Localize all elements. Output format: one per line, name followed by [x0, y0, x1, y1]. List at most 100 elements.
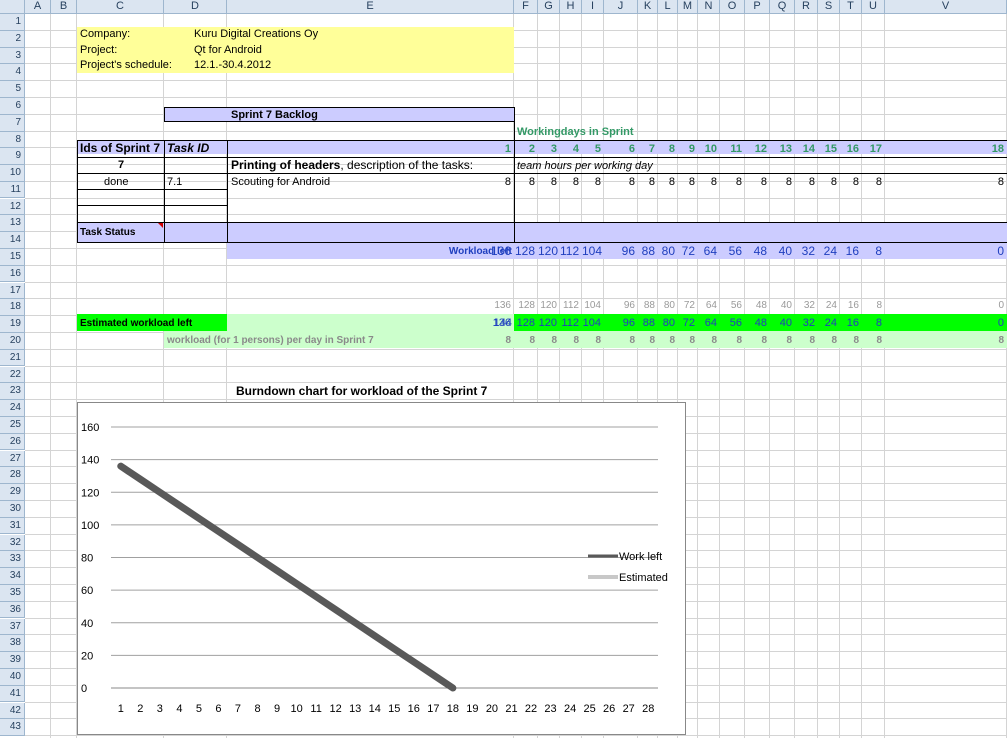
- column-header-q[interactable]: Q: [770, 0, 795, 14]
- estimated-value-cell: 104: [582, 317, 601, 329]
- comment-indicator-icon[interactable]: [158, 223, 163, 228]
- row-header-13[interactable]: 13: [0, 215, 25, 233]
- row-header-32[interactable]: 32: [0, 534, 25, 552]
- column-header-e[interactable]: E: [227, 0, 514, 14]
- row-header-10[interactable]: 10: [0, 164, 25, 182]
- select-all-corner[interactable]: [0, 0, 25, 14]
- row-header-23[interactable]: 23: [0, 383, 25, 401]
- column-header-v[interactable]: V: [885, 0, 1007, 14]
- row-header-5[interactable]: 5: [0, 81, 25, 98]
- column-header-j[interactable]: J: [604, 0, 638, 14]
- column-header-k[interactable]: K: [638, 0, 658, 14]
- column-header-m[interactable]: M: [678, 0, 698, 14]
- day-number: 8: [668, 143, 675, 155]
- spreadsheet[interactable]: ABCDEFGHIJKLMNOPQRSTUV 1 2 3 4 5 6 7 8 9 10 11 12 13…: [0, 0, 1007, 738]
- column-header-t[interactable]: T: [840, 0, 862, 14]
- task-id: 7.1: [167, 176, 183, 188]
- row-header-8[interactable]: 8: [0, 131, 25, 149]
- row-header-25[interactable]: 25: [0, 416, 25, 434]
- row17-cell: 32: [803, 300, 815, 311]
- column-header-h[interactable]: H: [560, 0, 582, 14]
- row-header-20[interactable]: 20: [0, 332, 25, 350]
- row-header-12[interactable]: 12: [0, 198, 25, 216]
- y-tick-label: 80: [81, 553, 93, 565]
- row-header-2[interactable]: 2: [0, 30, 25, 48]
- column-header-c[interactable]: C: [77, 0, 164, 14]
- row17-cell: 96: [623, 300, 635, 311]
- row-header-42[interactable]: 42: [0, 702, 25, 720]
- row-header-30[interactable]: 30: [0, 500, 25, 518]
- row-header-18[interactable]: 18: [0, 299, 25, 317]
- chart-plot: 0204060801001201401601 2 3 4 5 6 7 8 9 10 11 12 13 14…: [81, 422, 668, 715]
- row-header-1[interactable]: 1: [0, 14, 25, 31]
- x-tick-label: 16: [408, 703, 420, 715]
- task-hour-cell: 8: [528, 176, 535, 188]
- workload-left-cell: 24: [823, 244, 837, 258]
- row17-cell: 8: [876, 300, 882, 311]
- backlog-title-border: [164, 107, 515, 122]
- row-header-43[interactable]: 43: [0, 719, 25, 737]
- row-header-38[interactable]: 38: [0, 635, 25, 653]
- task-hour-cell: 8: [785, 176, 792, 188]
- per-day-value-cell: 8: [761, 335, 767, 346]
- column-header-d[interactable]: D: [164, 0, 227, 14]
- column-header-b[interactable]: B: [51, 0, 77, 14]
- column-header-o[interactable]: O: [720, 0, 745, 14]
- row-header-26[interactable]: 26: [0, 433, 25, 451]
- row-header-14[interactable]: 14: [0, 232, 25, 249]
- column-header-f[interactable]: F: [514, 0, 538, 14]
- column-header-p[interactable]: P: [745, 0, 770, 14]
- row-header-37[interactable]: 37: [0, 618, 25, 636]
- per-day-value-cell: 8: [629, 335, 635, 346]
- column-header-i[interactable]: I: [582, 0, 604, 14]
- workload-left-cell: 32: [801, 244, 815, 258]
- column-header-s[interactable]: S: [818, 0, 840, 14]
- burndown-chart[interactable]: 0 20 40 60 80 100 120 140 160 1 2 3 4 5 6 7 8 9 10 11 12 13 14…: [77, 402, 686, 735]
- row-header-22[interactable]: 22: [0, 366, 25, 384]
- workload-left-cell: 128: [514, 244, 535, 258]
- column-header-r[interactable]: R: [795, 0, 818, 14]
- column-header-g[interactable]: G: [538, 0, 560, 14]
- row-header-24[interactable]: 24: [0, 400, 25, 417]
- row17-cell: 88: [643, 300, 655, 311]
- row-header-39[interactable]: 39: [0, 652, 25, 669]
- row-header-33[interactable]: 33: [0, 551, 25, 569]
- row-header-6[interactable]: 6: [0, 98, 25, 115]
- row17-cell: 112: [563, 300, 579, 311]
- row-header-19[interactable]: 19: [0, 316, 25, 333]
- row-header-40[interactable]: 40: [0, 668, 25, 686]
- row-header-36[interactable]: 36: [0, 601, 25, 619]
- column-header-l[interactable]: L: [658, 0, 678, 14]
- per-day-value-cell: 8: [736, 335, 742, 346]
- estimated-value-cell: 112: [561, 317, 579, 329]
- task-hour-cell: 8: [594, 176, 601, 188]
- column-header-u[interactable]: U: [862, 0, 885, 14]
- row-header-9[interactable]: 9: [0, 148, 25, 165]
- row-header-34[interactable]: 34: [0, 568, 25, 585]
- x-tick-label: 20: [486, 703, 498, 715]
- row-header-15[interactable]: 15: [0, 248, 25, 266]
- row-header-7[interactable]: 7: [0, 114, 25, 132]
- row-header-31[interactable]: 31: [0, 517, 25, 535]
- task-hour-cell: 8: [628, 176, 635, 188]
- row-header-27[interactable]: 27: [0, 450, 25, 468]
- row-header-17[interactable]: 17: [0, 282, 25, 300]
- row-header-29[interactable]: 29: [0, 484, 25, 501]
- x-tick-label: 15: [388, 703, 400, 715]
- day-number: 3: [550, 143, 557, 155]
- column-header-a[interactable]: A: [25, 0, 51, 14]
- row-header-3[interactable]: 3: [0, 47, 25, 65]
- row-header-11[interactable]: 11: [0, 181, 25, 199]
- row-header-28[interactable]: 28: [0, 467, 25, 485]
- row-header-41[interactable]: 41: [0, 685, 25, 703]
- row-header-35[interactable]: 35: [0, 584, 25, 602]
- per-day-value-cell: 8: [669, 335, 675, 346]
- row-header-4[interactable]: 4: [0, 64, 25, 82]
- row-header-21[interactable]: 21: [0, 349, 25, 367]
- row-header-16[interactable]: 16: [0, 265, 25, 283]
- row17-cell: 136: [494, 300, 511, 311]
- workingdays-label: Workingdays in Sprint: [517, 126, 634, 138]
- x-tick-label: 12: [330, 703, 342, 715]
- workload-left-cell: 80: [661, 244, 675, 258]
- column-header-n[interactable]: N: [698, 0, 720, 14]
